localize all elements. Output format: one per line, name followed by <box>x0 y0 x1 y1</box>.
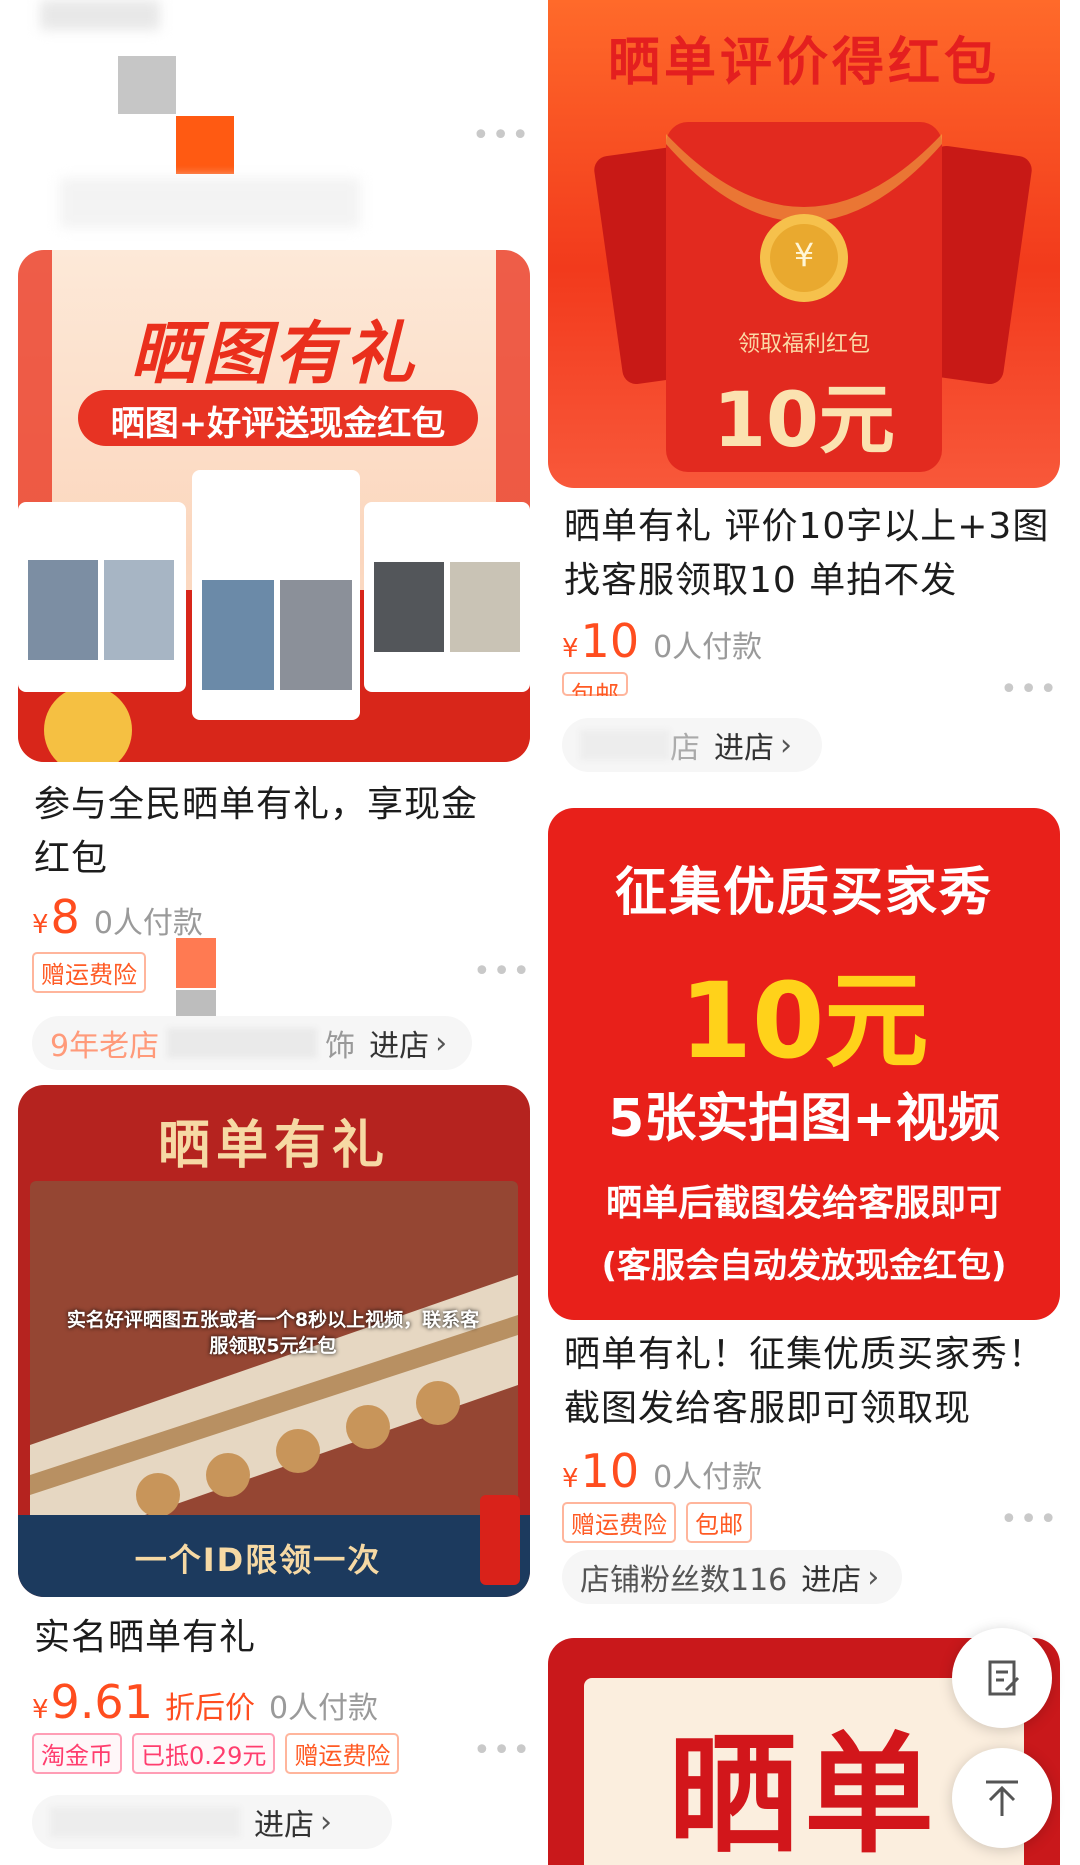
tag-list: 淘金币 已抵0.29元 赠运费险 <box>32 1733 400 1774</box>
envelope-amount: 10元 <box>713 375 895 464</box>
product-image[interactable]: 征集优质买家秀 10元 5张实拍图+视频 晒单后截图发给客服即可 (客服会自动发… <box>548 808 1060 1320</box>
price-row: ¥ 10 0人付款 <box>562 614 762 668</box>
pixelated-avatar <box>118 56 176 114</box>
tag-deducted: 已抵0.29元 <box>132 1733 276 1774</box>
blurred-shop-pill <box>60 178 360 228</box>
shop-name-blurred <box>50 1807 240 1837</box>
more-dots-icon[interactable]: ••• <box>473 1733 532 1768</box>
buyer-count: 0人付款 <box>93 906 203 941</box>
tag-shipping-insurance: 赠运费险 <box>32 952 146 993</box>
shop-name-tail: 饰 <box>325 1029 356 1064</box>
product-title[interactable]: 晒单有礼 评价10字以上+3图 找客服领取10 单拍不发 <box>564 500 1050 608</box>
banner-limit: 一个ID限领一次 <box>134 1541 382 1579</box>
arrow-up-icon <box>986 1780 1018 1816</box>
pixelated-block <box>176 938 216 988</box>
back-to-top-button[interactable] <box>952 1748 1052 1848</box>
banner-title: 晒单有礼 <box>157 1116 390 1176</box>
price-row: ¥ 9.61 折后价 0人付款 <box>32 1675 378 1729</box>
product-image[interactable]: 晒单有礼 实名好评晒图五张或者一个8秒以上视频，联系客服领取5元红包 一个ID限… <box>18 1085 530 1597</box>
banner-subtitle: 晒图+好评送现金红包 <box>110 404 446 444</box>
tag-free-shipping: 包邮 <box>562 672 628 696</box>
tag-list: 包邮 <box>562 672 628 696</box>
currency-symbol: ¥ <box>562 634 579 664</box>
more-dots-icon[interactable]: ••• <box>472 118 531 153</box>
more-dots-icon[interactable]: ••• <box>1000 1502 1059 1537</box>
product-title[interactable]: 实名晒单有礼 <box>34 1611 514 1665</box>
product-card[interactable]: 晒单评价得红包 ¥ 领取福利红包 10元 晒单有礼 评价10字以上+3图 找客服… <box>548 0 1060 790</box>
enter-shop-link[interactable]: 进店 <box>369 1021 429 1065</box>
banner-title: 晒单评价得红包 <box>607 33 1000 93</box>
buyer-count: 0人付款 <box>653 630 763 665</box>
tag-shipping-insurance: 赠运费险 <box>562 1502 676 1543</box>
more-dots-icon[interactable]: ••• <box>1000 672 1059 707</box>
price: 8 <box>50 890 80 944</box>
shop-fans: 店铺粉丝数116 <box>580 1563 788 1598</box>
feedback-button[interactable] <box>952 1628 1052 1728</box>
tag-taojinbi: 淘金币 <box>32 1733 122 1774</box>
blurred-shop-info <box>40 0 160 30</box>
shop-pill[interactable]: 9年老店 饰 进店 › <box>32 1016 472 1070</box>
product-card-partial-top[interactable]: ••• <box>0 0 540 228</box>
banner-line3: 5张实拍图+视频 <box>608 1089 1000 1149</box>
more-dots-icon[interactable]: ••• <box>473 954 532 989</box>
shop-pill[interactable]: 店 进店 › <box>562 718 822 772</box>
tag-list: 赠运费险 <box>32 952 146 993</box>
tag-free-shipping: 包邮 <box>686 1502 752 1543</box>
shop-pill[interactable]: 店铺粉丝数116 进店 › <box>562 1550 902 1604</box>
currency-symbol: ¥ <box>32 910 49 940</box>
banner-caption: 实名好评晒图五张或者一个8秒以上视频，联系客服领取5元红包 <box>66 1309 480 1357</box>
buyer-count: 0人付款 <box>268 1691 379 1726</box>
pixelated-avatar-accent <box>176 116 234 174</box>
product-image[interactable]: 晒单评价得红包 ¥ 领取福利红包 10元 <box>548 0 1060 488</box>
shop-name-tail: 店 <box>670 731 700 766</box>
shop-age: 9年老店 <box>50 1029 160 1064</box>
envelope-label: 领取福利红包 <box>737 332 870 357</box>
shop-name-blurred <box>580 730 670 760</box>
banner-title: 晒图有礼 <box>129 315 418 394</box>
chevron-right-icon: › <box>435 1025 448 1061</box>
currency-symbol: ¥ <box>32 1695 49 1725</box>
product-title[interactable]: 晒单有礼！征集优质买家秀！截图发给客服即可领取现 <box>564 1328 1050 1436</box>
price: 10 <box>580 1444 640 1498</box>
price: 9.61 <box>50 1675 153 1729</box>
banner-line1: 征集优质买家秀 <box>614 863 993 923</box>
chevron-right-icon: › <box>320 1804 332 1840</box>
shop-pill[interactable]: 进店 › <box>32 1795 392 1849</box>
buyer-count: 0人付款 <box>653 1460 763 1495</box>
price-row: ¥ 8 0人付款 <box>32 890 203 944</box>
product-title[interactable]: 参与全民晒单有礼，享现金红包 <box>34 778 514 886</box>
price-row: ¥ 10 0人付款 <box>562 1444 762 1498</box>
chevron-right-icon: › <box>867 1559 880 1595</box>
product-card[interactable]: 晒单有礼 实名好评晒图五张或者一个8秒以上视频，联系客服领取5元红包 一个ID限… <box>18 1085 530 1865</box>
banner-line5: (客服会自动发放现金红包) <box>601 1246 1007 1286</box>
yen-coin-icon: ¥ <box>793 236 815 274</box>
tag-list: 赠运费险 包邮 <box>562 1502 752 1543</box>
enter-shop-link[interactable]: 进店 <box>254 1800 314 1844</box>
edit-note-icon <box>988 1660 1020 1696</box>
banner-line4: 晒单后截图发给客服即可 <box>605 1183 1002 1224</box>
enter-shop-link[interactable]: 进店 <box>801 1555 861 1599</box>
discount-label: 折后价 <box>164 1691 255 1726</box>
product-image[interactable]: 晒图有礼 晒图+好评送现金红包 <box>18 250 530 762</box>
shop-name-blurred <box>167 1028 318 1058</box>
chevron-right-icon: › <box>780 727 792 763</box>
price: 10 <box>580 614 640 668</box>
enter-shop-link[interactable]: 进店 <box>714 723 774 767</box>
tag-shipping-insurance: 赠运费险 <box>285 1733 400 1774</box>
product-card[interactable]: 征集优质买家秀 10元 5张实拍图+视频 晒单后截图发给客服即可 (客服会自动发… <box>548 808 1060 1608</box>
currency-symbol: ¥ <box>562 1464 579 1494</box>
product-card[interactable]: 晒图有礼 晒图+好评送现金红包 参与全民晒单有礼，享现金红包 ¥ 8 0人付款 … <box>18 250 532 1070</box>
banner-amount: 10元 <box>679 960 929 1082</box>
